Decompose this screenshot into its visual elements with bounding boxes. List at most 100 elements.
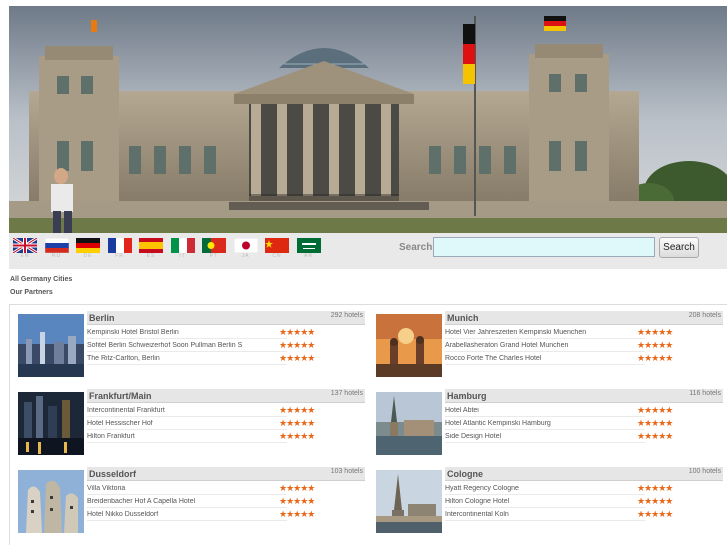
search-input[interactable]	[433, 237, 655, 257]
language-search-bar: EN RU DE FR ES IT PT JA CN AR Search Sea…	[9, 233, 727, 269]
city-card-berlin: Berlin 292 hotels Kempinski Hotel Bristo…	[18, 311, 368, 389]
hotel-link[interactable]: Sofitel Berlin Schweizerhof Soon Pullman…	[87, 342, 277, 349]
language-flags: EN RU DE FR ES IT PT JA CN AR	[13, 238, 328, 264]
search-button[interactable]: Search	[659, 237, 699, 258]
hotel-link[interactable]: Kempinski Hotel Bristol Berlin	[87, 329, 277, 336]
france-flag-icon[interactable]: FR	[107, 238, 132, 264]
all-germany-cities-link[interactable]: All Germany Cities	[10, 276, 72, 283]
star-rating: ★★★★★	[279, 430, 315, 441]
flag-code: AR	[304, 253, 313, 259]
city-header: Dusseldorf 103 hotels	[87, 467, 365, 481]
hotel-link[interactable]: Hotel Abtei	[445, 407, 635, 414]
hotel-link[interactable]: Hilton Frankfurt	[87, 433, 277, 440]
star-rating: ★★★★★	[637, 430, 673, 441]
star-rating: ★★★★★	[279, 482, 315, 493]
city-card-cologne: Cologne 100 hotels Hyatt Regency Cologne…	[376, 467, 726, 545]
flag-code: PT	[209, 253, 219, 259]
cologne-thumbnail[interactable]	[376, 470, 442, 533]
hero-banner-image	[9, 6, 727, 233]
uk-flag-icon[interactable]: EN	[13, 238, 37, 264]
city-card-hamburg: Hamburg 116 hotels Hotel Abtei ★★★★★ Hote…	[376, 389, 726, 467]
star-rating: ★★★★★	[637, 326, 673, 337]
hotel-link[interactable]: Rocco Forte The Charles Hotel	[445, 355, 635, 362]
munich-thumbnail[interactable]	[376, 314, 442, 377]
hotel-row: Hotel Hessischer Hof ★★★★★	[87, 417, 315, 430]
hotel-row: Side Design Hotel ★★★★★	[445, 430, 673, 443]
star-rating: ★★★★★	[637, 352, 673, 363]
city-name-link[interactable]: Hamburg	[447, 391, 487, 401]
hotel-row: Hilton Cologne Hotel ★★★★★	[445, 495, 673, 508]
hotel-link[interactable]: Hotel Nikko Dusseldorf	[87, 511, 277, 518]
search-label: Search	[399, 242, 433, 253]
city-name-link[interactable]: Cologne	[447, 469, 483, 479]
city-header: Cologne 100 hotels	[445, 467, 723, 481]
flag-code: FR	[115, 253, 124, 259]
hotel-row: The Ritz-Carlton, Berlin ★★★★★	[87, 352, 315, 365]
hotel-link[interactable]: Intercontinental Koln	[445, 511, 635, 518]
portugal-flag-icon[interactable]: PT	[202, 238, 226, 264]
hotel-link[interactable]: Breidenbacher Hof A Capella Hotel	[87, 498, 277, 505]
japan-flag-icon[interactable]: JA	[233, 238, 258, 264]
city-header: Hamburg 116 hotels	[445, 389, 723, 403]
hotel-link[interactable]: The Ritz-Carlton, Berlin	[87, 355, 277, 362]
star-rating: ★★★★★	[279, 352, 315, 363]
star-rating: ★★★★★	[279, 495, 315, 506]
spain-flag-icon[interactable]: ES	[139, 238, 163, 264]
flag-code: RU	[51, 253, 62, 259]
city-name-link[interactable]: Dusseldorf	[89, 469, 136, 479]
hotel-list: Kempinski Hotel Bristol Berlin ★★★★★ Sofi…	[87, 326, 327, 365]
hotel-list: Villa Viktoria ★★★★★ Breidenbacher Hof A …	[87, 482, 327, 521]
hotel-count: 137 hotels	[330, 390, 363, 397]
flag-code: DE	[83, 253, 93, 259]
star-rating: ★★★★★	[279, 417, 315, 428]
star-rating: ★★★★★	[637, 417, 673, 428]
china-flag-icon[interactable]: CN	[265, 238, 289, 264]
hotel-link[interactable]: Hilton Cologne Hotel	[445, 498, 635, 505]
frankfurt-thumbnail[interactable]	[18, 392, 84, 455]
hotel-row: Kempinski Hotel Bristol Berlin ★★★★★	[87, 326, 315, 339]
italy-flag-icon[interactable]: IT	[170, 238, 195, 264]
hotel-link[interactable]: Hotel Vier Jahreszeiten Kempinski Muench…	[445, 329, 635, 336]
hotel-row: Arabellasheraton Grand Hotel Munchen ★★★★…	[445, 339, 673, 352]
hotel-row: Hotel Abtei ★★★★★	[445, 404, 673, 417]
city-hotel-grid: Berlin 292 hotels Kempinski Hotel Bristo…	[9, 304, 727, 545]
flag-code: ES	[146, 253, 156, 259]
flag-code: CN	[272, 253, 282, 259]
hotel-link[interactable]: Hotel Hessischer Hof	[87, 420, 277, 427]
hotel-row: Breidenbacher Hof A Capella Hotel ★★★★★	[87, 495, 315, 508]
hotel-count: 208 hotels	[688, 312, 721, 319]
city-name-link[interactable]: Frankfurt/Main	[89, 391, 152, 401]
hamburg-thumbnail[interactable]	[376, 392, 442, 455]
hotel-link[interactable]: Side Design Hotel	[445, 433, 635, 440]
flag-code: IT	[179, 253, 186, 259]
hotel-count: 103 hotels	[330, 468, 363, 475]
flag-code: JA	[241, 253, 250, 259]
germany-flag-icon[interactable]: DE	[76, 238, 100, 264]
our-partners-link[interactable]: Our Partners	[10, 289, 53, 296]
hotel-row: Hilton Frankfurt ★★★★★	[87, 430, 315, 443]
hotel-list: Intercontinental Frankfurt ★★★★★ Hotel He…	[87, 404, 327, 443]
berlin-thumbnail[interactable]	[18, 314, 84, 377]
city-card-munich: Munich 208 hotels Hotel Vier Jahreszeite…	[376, 311, 726, 389]
hotel-count: 116 hotels	[689, 390, 721, 397]
hotel-row: Hotel Nikko Dusseldorf ★★★★★	[87, 508, 315, 521]
hotel-row: Sofitel Berlin Schweizerhof Soon Pullman…	[87, 339, 315, 352]
city-name-link[interactable]: Berlin	[89, 313, 115, 323]
hotel-row: Hyatt Regency Cologne ★★★★★	[445, 482, 673, 495]
flag-code: EN	[20, 253, 30, 259]
city-header: Munich 208 hotels	[445, 311, 723, 325]
hotel-link[interactable]: Villa Viktoria	[87, 485, 277, 492]
hotel-link[interactable]: Arabellasheraton Grand Hotel Munchen	[445, 342, 635, 349]
hotel-row: Hotel Vier Jahreszeiten Kempinski Muench…	[445, 326, 673, 339]
hotel-count: 292 hotels	[330, 312, 363, 319]
russia-flag-icon[interactable]: RU	[44, 238, 69, 264]
hotel-link[interactable]: Hyatt Regency Cologne	[445, 485, 635, 492]
hotel-link[interactable]: Hotel Atlantic Kempinski Hamburg	[445, 420, 635, 427]
hotel-link[interactable]: Intercontinental Frankfurt	[87, 407, 277, 414]
hotel-row: Intercontinental Frankfurt ★★★★★	[87, 404, 315, 417]
city-name-link[interactable]: Munich	[447, 313, 479, 323]
dusseldorf-thumbnail[interactable]	[18, 470, 84, 533]
saudi-flag-icon[interactable]: AR	[296, 238, 321, 264]
star-rating: ★★★★★	[637, 482, 673, 493]
star-rating: ★★★★★	[637, 339, 673, 350]
